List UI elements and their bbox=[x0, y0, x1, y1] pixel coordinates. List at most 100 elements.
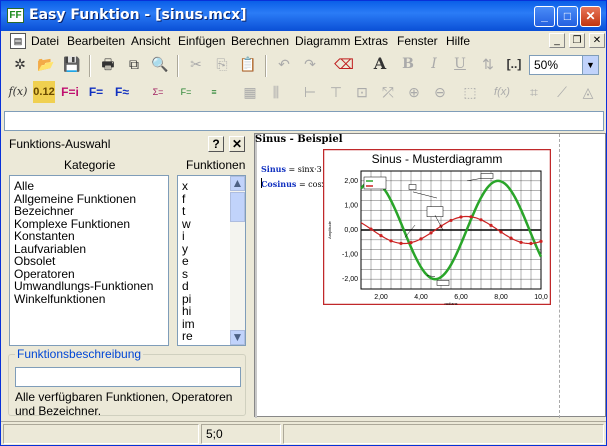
plot-area-icon[interactable]: ◬ bbox=[577, 81, 599, 103]
document-icon[interactable]: ▤ bbox=[10, 33, 26, 49]
category-item[interactable]: Bezeichner bbox=[14, 205, 164, 218]
paste-icon[interactable]: 📋 bbox=[237, 53, 259, 75]
print-icon[interactable]: 🖶 bbox=[97, 53, 119, 75]
y-tick-label: 2,00 bbox=[344, 178, 358, 185]
menu-extras[interactable]: Extras bbox=[354, 34, 388, 48]
help-button[interactable]: ? bbox=[208, 136, 224, 152]
scroll-up-icon[interactable]: ▲ bbox=[230, 176, 245, 191]
text-cursor bbox=[261, 178, 262, 188]
toolbar-standard: ✲ 📂 💾 🖶 ⧉ 🔍 ✂ ⎘ 📋 ↶ ↷ ⌫ A B I U ⇅ [..] bbox=[1, 53, 606, 79]
menu-diagramm[interactable]: Diagramm bbox=[295, 34, 350, 48]
series-cosinus-point bbox=[489, 223, 493, 227]
chart-icon[interactable]: ⫼ bbox=[265, 81, 287, 103]
italic-icon[interactable]: I bbox=[423, 53, 445, 75]
zoom-select[interactable]: 50% ▼ bbox=[529, 55, 599, 75]
save-icon[interactable]: 💾 bbox=[61, 53, 83, 75]
series-cosinus-point bbox=[509, 236, 513, 240]
align-icon[interactable]: ⊢ bbox=[299, 81, 321, 103]
category-item[interactable]: Obsolet bbox=[14, 255, 164, 268]
brackets-icon[interactable]: [..] bbox=[503, 53, 525, 75]
menu-datei[interactable]: Datei bbox=[31, 34, 59, 48]
maximize-button[interactable]: □ bbox=[557, 6, 578, 27]
title-bar[interactable]: FF Easy Funktion - [sinus.mcx] _ □ ✕ bbox=[1, 1, 606, 31]
category-item[interactable]: Umwandlungs-Funktionen bbox=[14, 280, 164, 293]
description-title: Funktionsbeschreibung bbox=[15, 347, 144, 361]
category-item[interactable]: Konstanten bbox=[14, 230, 164, 243]
underline-icon[interactable]: U bbox=[449, 53, 471, 75]
mdi-restore-button[interactable]: ❐ bbox=[569, 33, 585, 48]
approximate-icon[interactable]: F≈ bbox=[111, 81, 133, 103]
app-icon[interactable]: FF bbox=[7, 8, 24, 23]
mdi-minimize-button[interactable]: _ bbox=[549, 33, 565, 48]
series-cosinus-point bbox=[519, 240, 523, 244]
annotation-marker bbox=[480, 173, 494, 179]
menu-bearbeiten[interactable]: Bearbeiten bbox=[67, 34, 125, 48]
series-cosinus-point bbox=[449, 218, 453, 223]
fx-icon[interactable]: f(x) bbox=[491, 81, 513, 103]
series-icon[interactable]: Σ= bbox=[147, 81, 169, 103]
menu-hilfe[interactable]: Hilfe bbox=[446, 34, 470, 48]
y-tick-label: -2,00 bbox=[342, 276, 358, 283]
equation-sinus[interactable]: Sinus = sinx·3 bbox=[261, 164, 322, 174]
scroll-thumb[interactable] bbox=[230, 192, 245, 222]
solve-icon[interactable]: ≡ bbox=[203, 81, 225, 103]
zoom-in-icon[interactable]: ⊕ bbox=[403, 81, 425, 103]
status-extra bbox=[283, 424, 604, 444]
formula-input[interactable] bbox=[4, 111, 604, 131]
cut-icon[interactable]: ✂ bbox=[185, 53, 207, 75]
print-preview-icon[interactable]: 🔍 bbox=[149, 53, 171, 75]
series-cosinus-point bbox=[379, 234, 383, 238]
evaluate-icon[interactable]: F= bbox=[85, 81, 107, 103]
bold-icon[interactable]: B bbox=[397, 53, 419, 75]
select-icon[interactable]: ⬚ bbox=[459, 81, 481, 103]
menu-berechnen[interactable]: Berechnen bbox=[231, 34, 289, 48]
x-tick-label: 6,00 bbox=[454, 294, 468, 301]
series-cosinus-point bbox=[469, 215, 473, 219]
panel-close-button[interactable]: ✕ bbox=[229, 136, 245, 152]
eraser-icon[interactable]: ⌫ bbox=[333, 53, 355, 75]
matrix-icon[interactable]: ▦ bbox=[239, 81, 261, 103]
spacing-icon[interactable]: ⇅ bbox=[477, 53, 499, 75]
app-window: FF Easy Funktion - [sinus.mcx] _ □ ✕ ▤ D… bbox=[0, 0, 607, 446]
equation-cosinus-label: Cosinus bbox=[261, 179, 297, 189]
plot-icon[interactable]: ⟋ bbox=[551, 81, 573, 103]
copy-icon[interactable]: ⎘ bbox=[211, 53, 233, 75]
align-top-icon[interactable]: ⊤ bbox=[325, 81, 347, 103]
resize-icon[interactable]: ⊡ bbox=[351, 81, 373, 103]
chevron-down-icon[interactable]: ▼ bbox=[582, 56, 598, 74]
open-icon[interactable]: 📂 bbox=[35, 53, 57, 75]
menu-bar: ▤ Datei Bearbeiten Ansicht Einfügen Bere… bbox=[1, 31, 606, 51]
document-area[interactable]: Sinus - Beispiel Sinus = sinx·3 Cosinus … bbox=[254, 133, 606, 418]
menu-ansicht[interactable]: Ansicht bbox=[131, 34, 170, 48]
function-list-scrollbar[interactable]: ▲ ▼ bbox=[230, 176, 245, 345]
description-input[interactable] bbox=[15, 367, 241, 387]
mdi-close-button[interactable]: ✕ bbox=[589, 33, 605, 48]
redo-icon[interactable]: ↷ bbox=[299, 53, 321, 75]
category-item[interactable]: Alle bbox=[14, 180, 164, 193]
function-define-icon[interactable]: F=i bbox=[59, 81, 81, 103]
equation-icon[interactable]: F= bbox=[175, 81, 197, 103]
undo-icon[interactable]: ↶ bbox=[273, 53, 295, 75]
series-cosinus-point bbox=[409, 241, 413, 245]
function-icon[interactable]: f(x) bbox=[7, 81, 29, 103]
print-setup-icon[interactable]: ⧉ bbox=[123, 53, 145, 75]
scroll-down-icon[interactable]: ▼ bbox=[230, 330, 245, 345]
menu-einfuegen[interactable]: Einfügen bbox=[178, 34, 225, 48]
frame-icon[interactable]: ⌗ bbox=[523, 81, 545, 103]
series-cosinus-point bbox=[529, 241, 533, 246]
category-item[interactable]: Winkelfunktionen bbox=[14, 292, 164, 306]
zoom-value: 50% bbox=[534, 58, 559, 72]
transpose-icon[interactable]: ⤱ bbox=[377, 81, 399, 103]
minimize-button[interactable]: _ bbox=[534, 6, 555, 27]
new-icon[interactable]: ✲ bbox=[9, 53, 31, 75]
category-list[interactable]: Alle Allgemeine Funktionen Bezeichner Kompl… bbox=[9, 175, 169, 346]
number-icon[interactable]: 0.12 bbox=[33, 81, 55, 103]
close-button[interactable]: ✕ bbox=[580, 6, 601, 27]
status-message bbox=[3, 424, 199, 444]
chart-sinus[interactable]: Sinus - Musterdiagramm 2,00 4,00 6,00 8,00 1… bbox=[323, 149, 551, 305]
zoom-out-icon[interactable]: ⊖ bbox=[429, 81, 451, 103]
menu-fenster[interactable]: Fenster bbox=[397, 34, 438, 48]
font-icon[interactable]: A bbox=[369, 53, 391, 75]
function-list[interactable]: x f t w i y e s d pi hi im re ▲ ▼ bbox=[177, 175, 246, 346]
equation-sinus-label: Sinus bbox=[261, 164, 286, 174]
